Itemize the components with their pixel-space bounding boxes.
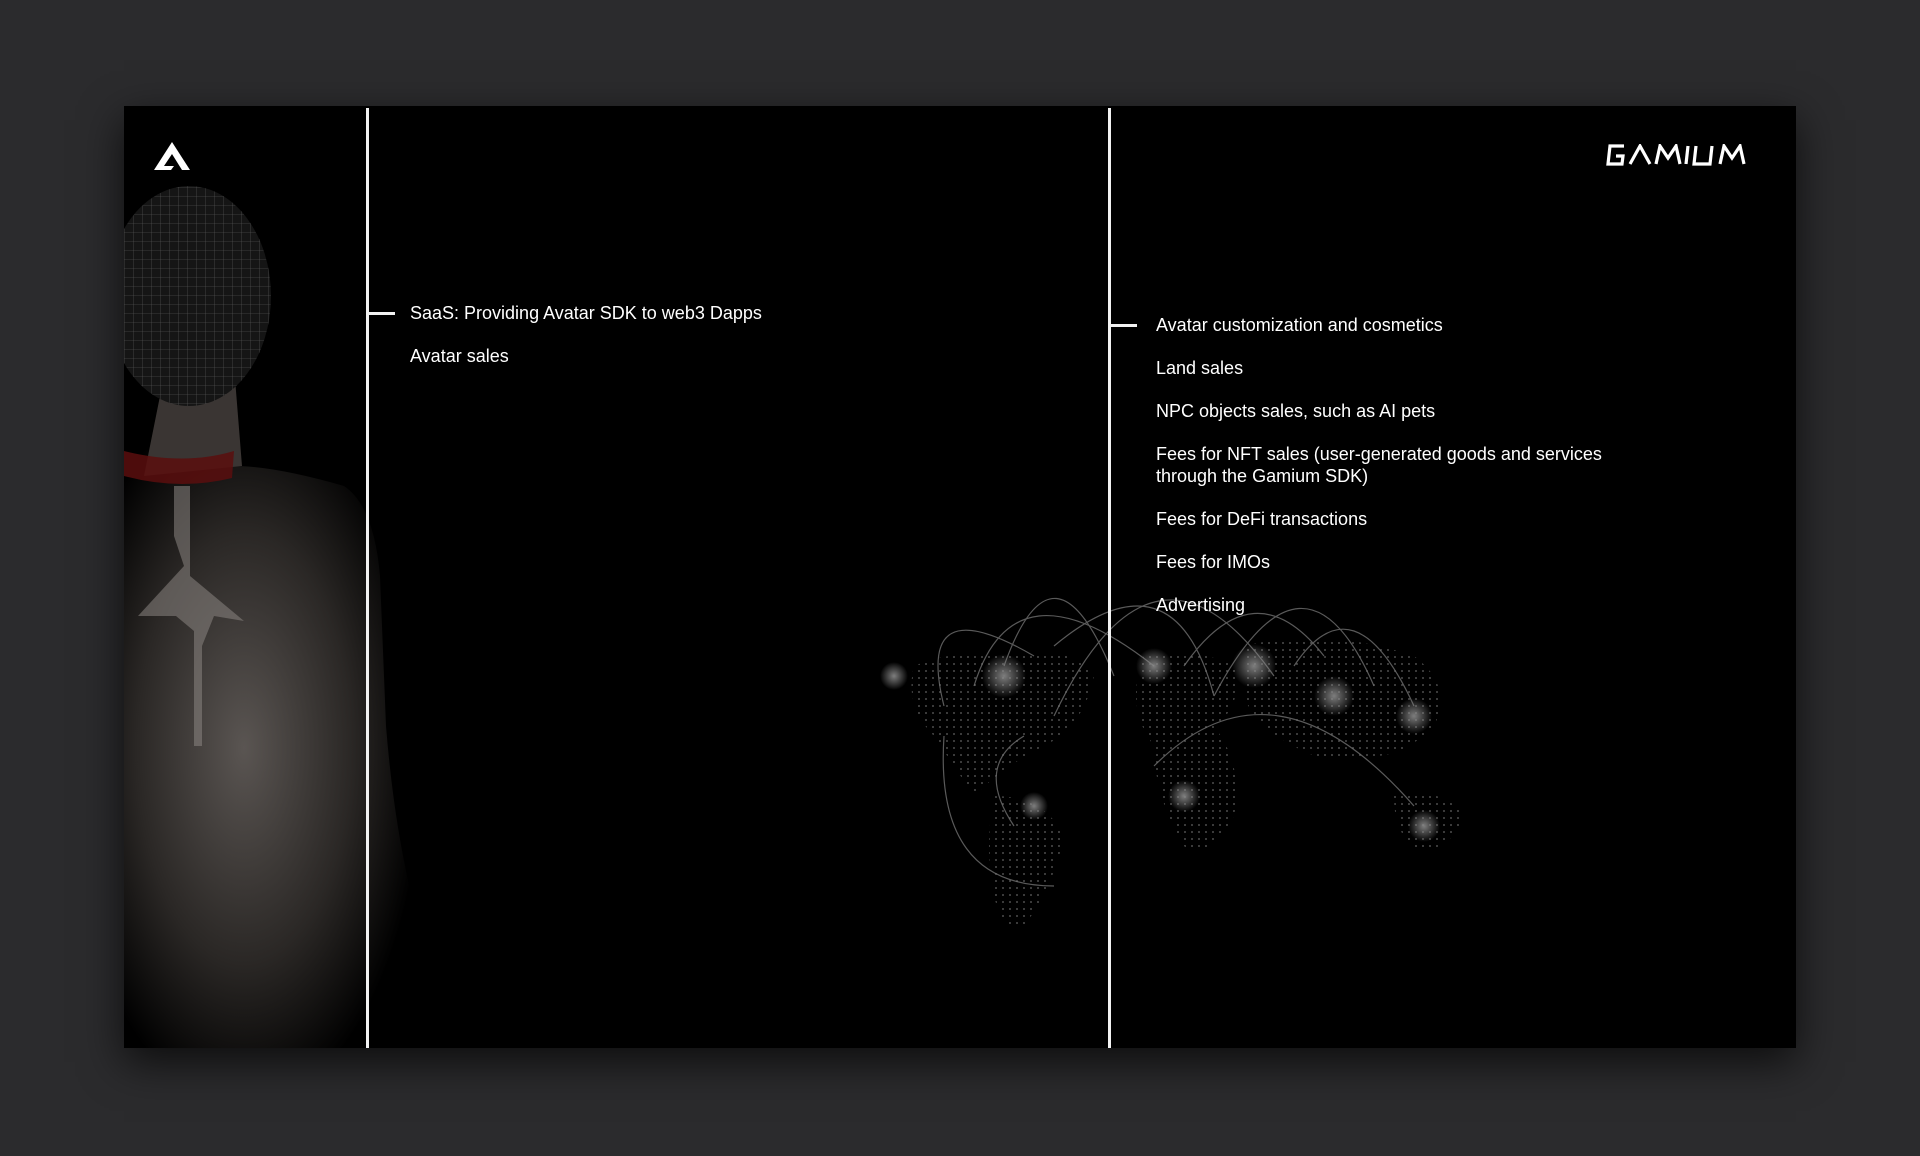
left-bullet-list: SaaS: Providing Avatar SDK to web3 Dapps… bbox=[410, 302, 910, 388]
list-item: Land sales bbox=[1156, 358, 1244, 378]
right-bullet-list: Avatar customization and cosmetics Land … bbox=[1156, 314, 1656, 637]
left-divider-line bbox=[366, 108, 369, 1048]
list-item: SaaS: Providing Avatar SDK to web3 Dapps bbox=[410, 303, 762, 323]
list-item: Fees for IMOs bbox=[1156, 552, 1271, 572]
gamium-a-logo-icon bbox=[154, 142, 190, 170]
left-bullet-tick bbox=[369, 312, 395, 315]
list-item: Fees for NFT sales (user-generated goods… bbox=[1156, 444, 1602, 486]
right-divider-line bbox=[1108, 108, 1111, 1048]
list-item: Avatar sales bbox=[410, 346, 509, 366]
list-item: Fees for DeFi transactions bbox=[1156, 509, 1368, 529]
right-bullet-tick bbox=[1111, 324, 1137, 327]
list-item: NPC objects sales, such as AI pets bbox=[1156, 401, 1436, 421]
gamium-wordmark-logo bbox=[1606, 144, 1746, 166]
list-item: Avatar customization and cosmetics bbox=[1156, 315, 1443, 335]
slide: SaaS: Providing Avatar SDK to web3 Dapps… bbox=[124, 106, 1796, 1048]
list-item: Advertising bbox=[1156, 595, 1246, 615]
avatar-figure-image bbox=[124, 106, 484, 1048]
presentation-viewer: SaaS: Providing Avatar SDK to web3 Dapps… bbox=[0, 0, 1920, 1156]
